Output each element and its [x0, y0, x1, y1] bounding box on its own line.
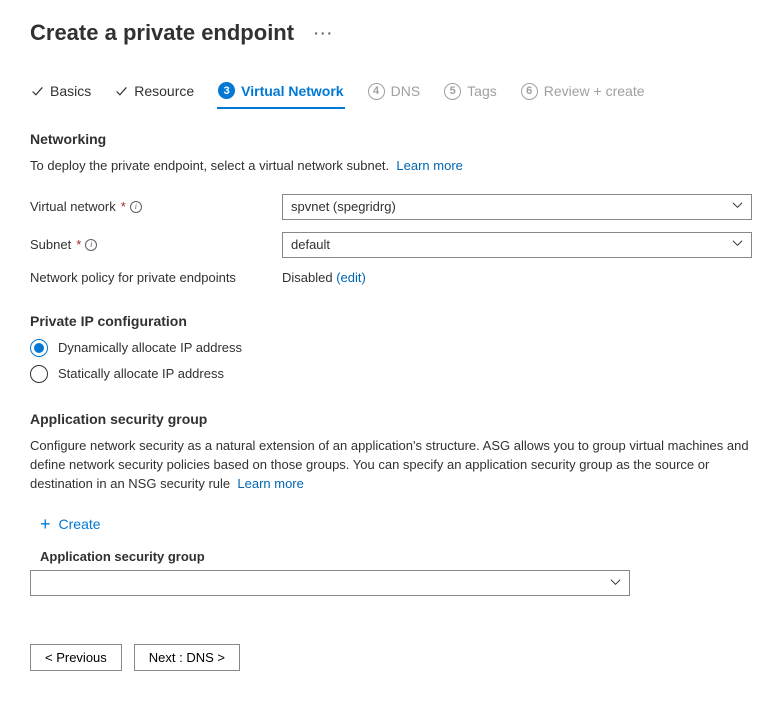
radio-label: Dynamically allocate IP address: [58, 340, 242, 355]
step-number-icon: 5: [444, 83, 461, 100]
vnet-select[interactable]: spvnet (spegridrg): [282, 194, 752, 220]
asg-column-label: Application security group: [40, 549, 753, 564]
tab-basics[interactable]: Basics: [30, 77, 92, 107]
tab-label: Resource: [134, 83, 194, 99]
info-icon[interactable]: i: [85, 239, 97, 251]
subnet-value: default: [291, 237, 330, 252]
tab-label: Review + create: [544, 83, 645, 99]
radio-icon: [30, 339, 48, 357]
learn-more-link[interactable]: Learn more: [237, 476, 303, 491]
tab-label: DNS: [391, 83, 421, 99]
vnet-value: spvnet (spegridrg): [291, 199, 396, 214]
chevron-down-icon: [732, 199, 743, 214]
chevron-down-icon: [610, 576, 621, 591]
radio-icon: [30, 365, 48, 383]
asg-heading: Application security group: [30, 411, 753, 427]
create-label: Create: [59, 516, 101, 532]
page-title: Create a private endpoint: [30, 20, 294, 46]
radio-static-ip[interactable]: Statically allocate IP address: [30, 365, 753, 383]
tab-review-create[interactable]: 6 Review + create: [520, 77, 646, 108]
tab-tags[interactable]: 5 Tags: [443, 77, 498, 108]
step-number-icon: 3: [218, 82, 235, 99]
tab-label: Tags: [467, 83, 497, 99]
policy-label: Network policy for private endpoints: [30, 270, 236, 285]
check-icon: [115, 85, 128, 98]
asg-select[interactable]: [30, 570, 630, 596]
policy-edit-link[interactable]: (edit): [336, 270, 366, 285]
required-icon: *: [76, 237, 81, 252]
previous-button[interactable]: < Previous: [30, 644, 122, 671]
policy-value: Disabled: [282, 270, 333, 285]
plus-icon: +: [40, 515, 51, 533]
tab-resource[interactable]: Resource: [114, 77, 195, 107]
vnet-label: Virtual network: [30, 199, 116, 214]
tab-label: Basics: [50, 83, 91, 99]
wizard-tabs: Basics Resource 3 Virtual Network 4 DNS …: [30, 76, 753, 109]
subnet-label: Subnet: [30, 237, 71, 252]
radio-dynamic-ip[interactable]: Dynamically allocate IP address: [30, 339, 753, 357]
networking-heading: Networking: [30, 131, 753, 147]
radio-label: Statically allocate IP address: [58, 366, 224, 381]
learn-more-link[interactable]: Learn more: [396, 158, 462, 173]
asg-desc: Configure network security as a natural …: [30, 438, 749, 491]
next-button[interactable]: Next : DNS >: [134, 644, 240, 671]
info-icon[interactable]: i: [130, 201, 142, 213]
subnet-select[interactable]: default: [282, 232, 752, 258]
ipconfig-heading: Private IP configuration: [30, 313, 753, 329]
create-asg-button[interactable]: + Create: [40, 511, 101, 537]
step-number-icon: 4: [368, 83, 385, 100]
step-number-icon: 6: [521, 83, 538, 100]
networking-desc: To deploy the private endpoint, select a…: [30, 158, 389, 173]
tab-dns[interactable]: 4 DNS: [367, 77, 422, 108]
tab-label: Virtual Network: [241, 83, 343, 99]
chevron-down-icon: [732, 237, 743, 252]
tab-virtual-network[interactable]: 3 Virtual Network: [217, 76, 344, 109]
check-icon: [31, 85, 44, 98]
required-icon: *: [121, 199, 126, 214]
more-icon[interactable]: ···: [314, 25, 334, 41]
